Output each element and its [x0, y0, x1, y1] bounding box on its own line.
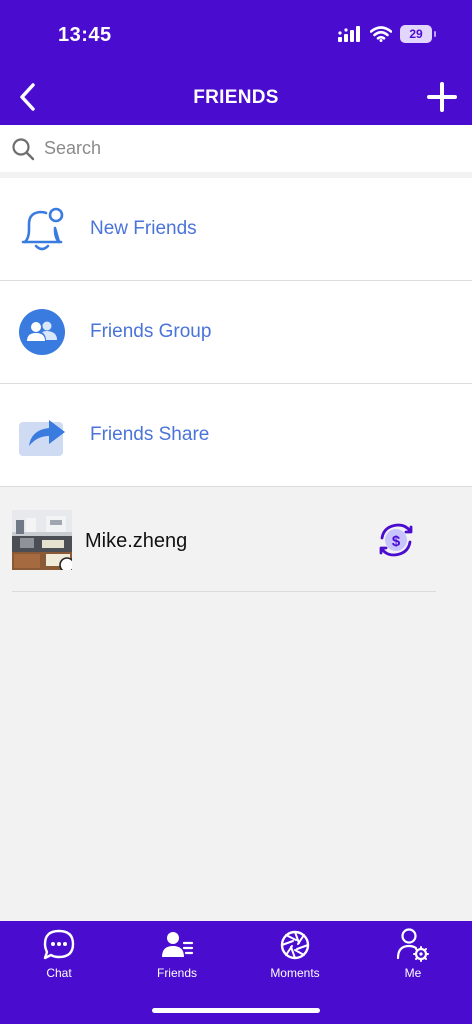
user-settings-icon: [395, 927, 431, 963]
tab-moments[interactable]: Moments: [255, 927, 335, 980]
menu-item-new-friends[interactable]: New Friends: [0, 178, 472, 281]
contact-name: Mike.zheng: [85, 530, 188, 552]
tab-label: Chat: [46, 966, 72, 980]
tab-me[interactable]: Me: [373, 927, 453, 980]
nav-bar: FRIENDS: [0, 70, 472, 125]
tab-label: Friends: [156, 966, 197, 980]
search-bar: [0, 125, 472, 172]
cellular-signal-icon: [338, 26, 360, 42]
tab-label: Moments: [270, 966, 320, 980]
group-icon: [14, 304, 70, 360]
transfer-button[interactable]: $: [376, 520, 416, 560]
page-title: FRIENDS: [193, 87, 279, 108]
dollar-exchange-icon: $: [379, 523, 413, 557]
tab-friends[interactable]: Friends: [137, 927, 217, 980]
friends-menu: New Friends Friends Group Friends Share: [0, 178, 472, 487]
bell-icon: [14, 201, 70, 257]
status-icons: 29: [338, 25, 436, 43]
aperture-icon: [277, 927, 313, 963]
add-friend-button[interactable]: [424, 79, 460, 115]
status-bar: 13:45 29: [0, 0, 472, 70]
contact-row[interactable]: Mike.zheng $: [12, 506, 436, 592]
status-time: 13:45: [58, 24, 112, 46]
menu-item-friends-group[interactable]: Friends Group: [0, 281, 472, 384]
tab-chat[interactable]: Chat: [19, 927, 99, 980]
search-icon: [10, 136, 36, 162]
svg-text:$: $: [392, 533, 401, 550]
menu-item-label: New Friends: [90, 218, 197, 239]
menu-item-label: Friends Share: [90, 424, 210, 445]
friends-icon: [159, 927, 195, 963]
home-indicator: [152, 1008, 320, 1013]
plus-icon: [427, 82, 457, 112]
search-input[interactable]: [44, 138, 444, 159]
battery-indicator: 29: [400, 25, 436, 43]
menu-item-label: Friends Group: [90, 321, 212, 342]
wifi-icon: [370, 26, 392, 42]
share-icon: [14, 407, 70, 463]
tab-label: Me: [404, 966, 422, 980]
menu-item-friends-share[interactable]: Friends Share: [0, 384, 472, 487]
avatar: [12, 510, 72, 570]
chat-bubble-icon: [41, 927, 77, 963]
